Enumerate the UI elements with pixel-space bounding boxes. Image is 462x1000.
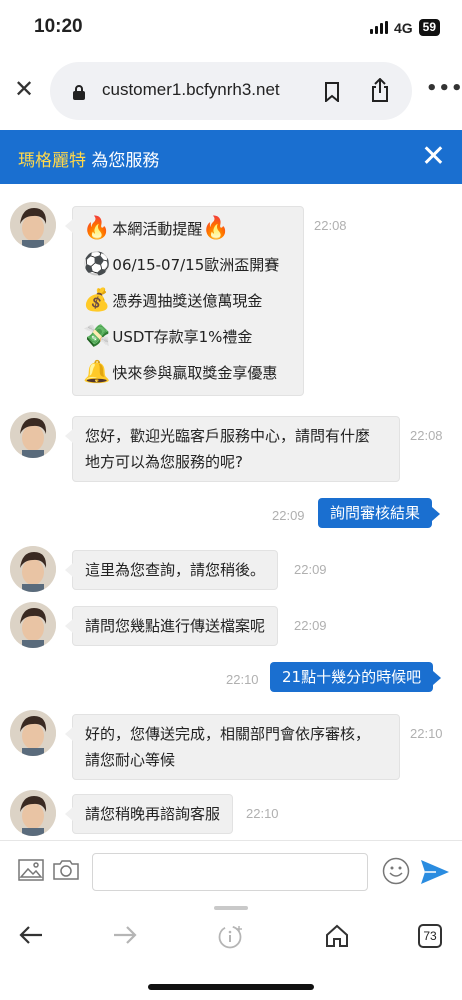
promo-line: ⚽ 06/15-07/15歐洲盃開賽 [83, 247, 293, 283]
fire-icon: 🔥 [202, 216, 230, 241]
tabs-button[interactable]: 73 [418, 924, 442, 948]
close-chat-icon[interactable]: ✕ [421, 142, 446, 172]
status-time: 10:20 [34, 16, 83, 37]
message-composer [0, 840, 462, 902]
message-time: 22:08 [314, 218, 347, 233]
status-icons: 4G 59 [369, 19, 440, 36]
promo-bubble: 🔥 本網活動提醒 🔥 ⚽ 06/15-07/15歐洲盃開賽 💰 憑券週抽獎送億萬現金 💸… [65, 206, 304, 396]
promo-line: 🔔 快來參與贏取獎金享優惠 [83, 355, 293, 391]
message-text: 請您耐心等候 [85, 751, 176, 769]
bookmark-icon[interactable] [324, 82, 340, 102]
avatar [10, 710, 56, 756]
user-bubble: 詢問審核結果 [318, 498, 441, 528]
network-type: 4G [393, 19, 413, 36]
send-icon[interactable] [420, 859, 450, 885]
url-text: customer1.bcfynrh3.net [102, 80, 280, 99]
message-text: 地方可以為您服務的呢? [85, 453, 243, 471]
battery-icon: 59 [418, 19, 440, 36]
fire-icon: 🔥 [83, 216, 111, 241]
promo-line: 🔥 本網活動提醒 🔥 [83, 211, 293, 247]
message-time: 22:10 [226, 672, 259, 687]
address-field[interactable]: customer1.bcfynrh3.net [50, 62, 412, 120]
message-text: 您好，歡迎光臨客戶服務中心，請問有什麼 [85, 427, 371, 445]
message-time: 22:10 [246, 806, 279, 821]
reply-bubble: 請問您幾點進行傳送檔案呢 [64, 606, 279, 646]
back-icon[interactable] [18, 924, 44, 946]
avatar [10, 546, 56, 592]
promo-text: 憑券週抽獎送億萬現金 [112, 292, 263, 310]
user-bubble: 21點十幾分的時候吧 [270, 662, 442, 692]
chat-header: 瑪格麗特 為您服務 ✕ [0, 130, 462, 184]
message-time: 22:09 [272, 508, 305, 523]
status-bar: 10:20 4G 59 [0, 0, 462, 56]
message-list[interactable]: 🔥 本網活動提醒 🔥 ⚽ 06/15-07/15歐洲盃開賽 💰 憑券週抽獎送億萬現金 💸… [0, 184, 462, 840]
message-time: 22:09 [294, 562, 327, 577]
bell-icon: 🔔 [83, 360, 111, 385]
promo-text: 本網活動提醒 [112, 220, 203, 238]
avatar [10, 790, 56, 836]
close-icon[interactable]: ✕ [14, 77, 36, 101]
money-bag-icon: 💰 [83, 288, 111, 313]
reply-bubble: 這里為您查詢，請您稍後。 [64, 550, 279, 590]
message-input[interactable] [92, 853, 368, 891]
welcome-bubble: 您好，歡迎光臨客戶服務中心，請問有什麼 地方可以為您服務的呢? [65, 416, 400, 482]
promo-text: 06/15-07/15歐洲盃開賽 [112, 256, 280, 274]
browser-url-bar: ✕ customer1.bcfynrh3.net ••• [0, 58, 462, 126]
avatar [10, 412, 56, 458]
money-wings-icon: 💸 [83, 324, 111, 349]
message-time: 22:09 [294, 618, 327, 633]
agent-name: 瑪格麗特 [18, 151, 86, 171]
more-menu-icon[interactable]: ••• [426, 78, 462, 99]
avatar [10, 202, 56, 248]
signal-icon [369, 21, 388, 34]
emoji-icon[interactable] [382, 857, 410, 885]
message-time: 22:10 [410, 726, 443, 741]
camera-icon[interactable] [52, 859, 80, 881]
reply-bubble: 好的，您傳送完成，相關部門會依序審核， 請您耐心等候 [65, 714, 400, 780]
chat-title: 瑪格麗特 為您服務 [18, 146, 159, 171]
lock-icon [73, 85, 85, 100]
message-time: 22:08 [410, 428, 443, 443]
home-indicator [148, 984, 314, 990]
drag-handle[interactable] [214, 906, 248, 910]
promo-text: 快來參與贏取獎金享優惠 [112, 364, 278, 382]
promo-text: USDT存款享1%禮金 [112, 328, 253, 346]
browser-toolbar: 73 [0, 902, 462, 1000]
promo-line: 💸 USDT存款享1%禮金 [83, 319, 293, 355]
chat-title-suffix: 為您服務 [86, 151, 160, 171]
forward-icon[interactable] [112, 924, 138, 946]
image-icon[interactable] [18, 859, 44, 881]
message-text: 好的，您傳送完成，相關部門會依序審核， [85, 725, 371, 743]
soccer-ball-icon: ⚽ [83, 252, 111, 277]
share-icon[interactable] [370, 78, 390, 102]
promo-line: 💰 憑券週抽獎送億萬現金 [83, 283, 293, 319]
info-sparkle-icon[interactable] [218, 924, 244, 950]
home-icon[interactable] [324, 924, 350, 948]
avatar [10, 602, 56, 648]
reply-bubble: 請您稍晚再諮詢客服 [64, 794, 234, 834]
